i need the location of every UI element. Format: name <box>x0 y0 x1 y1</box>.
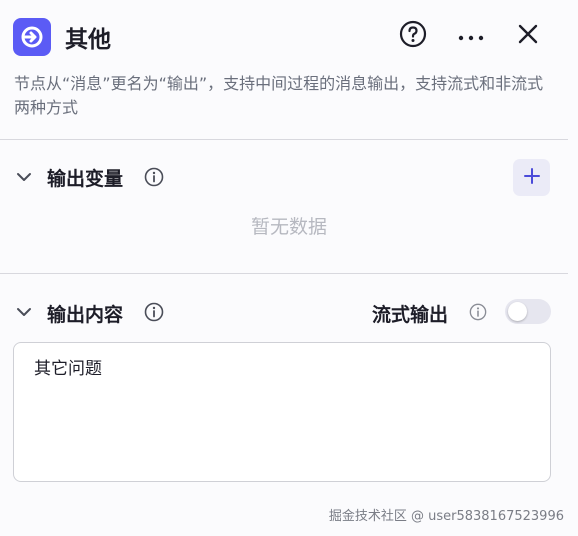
toggle-knob <box>508 302 527 321</box>
output-content-textarea[interactable]: 其它问题 <box>13 342 551 482</box>
output-variables-title: 输出变量 <box>47 168 124 190</box>
output-variables-header: 输出变量 <box>0 157 578 197</box>
node-header: 其他 <box>0 0 578 72</box>
stream-output-toggle[interactable] <box>505 299 551 324</box>
node-title[interactable]: 其他 <box>65 20 111 54</box>
watermark: 掘金技术社区 @ user5838167523996 <box>328 509 564 524</box>
close-icon <box>517 23 539 49</box>
empty-state-text: 暂无数据 <box>250 216 327 238</box>
output-content-header: 输出内容 <box>0 292 578 332</box>
help-button[interactable] <box>397 20 429 52</box>
info-icon[interactable] <box>144 167 164 187</box>
help-icon <box>399 20 427 52</box>
arrow-right-circle-icon <box>13 18 51 56</box>
node-description: 节点从“消息”更名为“输出”，支持中间过程的消息输出，支持流式和非流式两种方式 <box>14 74 544 117</box>
plus-icon <box>523 167 541 189</box>
more-button[interactable] <box>455 20 487 52</box>
add-variable-button[interactable] <box>513 159 550 196</box>
chevron-down-icon[interactable] <box>14 167 34 187</box>
close-button[interactable] <box>512 20 544 52</box>
chevron-down-icon[interactable] <box>14 302 34 322</box>
info-icon[interactable] <box>468 302 488 322</box>
info-icon[interactable] <box>144 302 164 322</box>
more-icon <box>457 27 485 46</box>
output-content-value: 其它问题 <box>34 359 102 379</box>
output-content-title: 输出内容 <box>47 304 124 326</box>
stream-output-label: 流式输出 <box>372 304 449 326</box>
divider <box>0 139 568 140</box>
divider <box>0 273 568 274</box>
